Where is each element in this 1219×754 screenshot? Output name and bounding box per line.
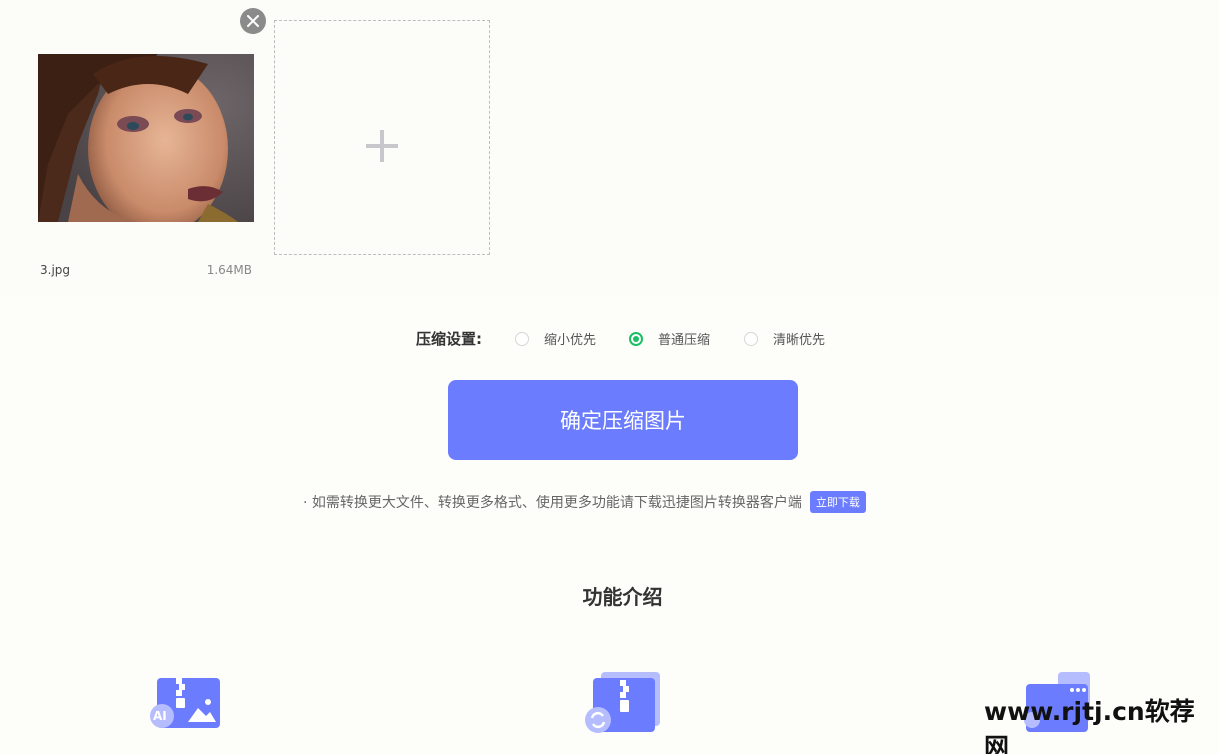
remove-file-button[interactable] [240, 8, 266, 34]
radio-normal-compress[interactable]: 普通压缩 [629, 329, 710, 348]
watermark-text: www.rjtj.cn软荐网 [984, 697, 1195, 754]
settings-label: 压缩设置: [416, 330, 482, 348]
file-size: 1.64MB [206, 263, 252, 277]
download-button[interactable]: 立即下载 [809, 491, 866, 513]
client-notice: · 如需转换更大文件、转换更多格式、使用更多功能请下载迅捷图片转换器客户端 立即… [303, 491, 866, 513]
radio-size-priority[interactable]: 缩小优先 [515, 329, 596, 348]
add-file-button[interactable] [274, 20, 490, 255]
radio-clarity-priority[interactable]: 清晰优先 [744, 329, 825, 348]
close-icon [247, 15, 259, 27]
ai-badge: AI [153, 709, 167, 723]
compress-button[interactable]: 确定压缩图片 [448, 380, 798, 460]
ai-compress-icon: AI [148, 672, 224, 732]
file-card: 3.jpg 1.64MB [22, 20, 268, 284]
batch-compress-icon [584, 672, 664, 734]
file-name: 3.jpg [40, 263, 71, 277]
upload-area: 3.jpg 1.64MB [0, 0, 1219, 296]
notice-text: · 如需转换更大文件、转换更多格式、使用更多功能请下载迅捷图片转换器客户端 [303, 495, 802, 511]
section-title: 功能介绍 [582, 585, 663, 609]
image-thumbnail [38, 54, 254, 222]
compression-settings: 压缩设置: 缩小优先 普通压缩 清晰优先 [0, 326, 1219, 348]
